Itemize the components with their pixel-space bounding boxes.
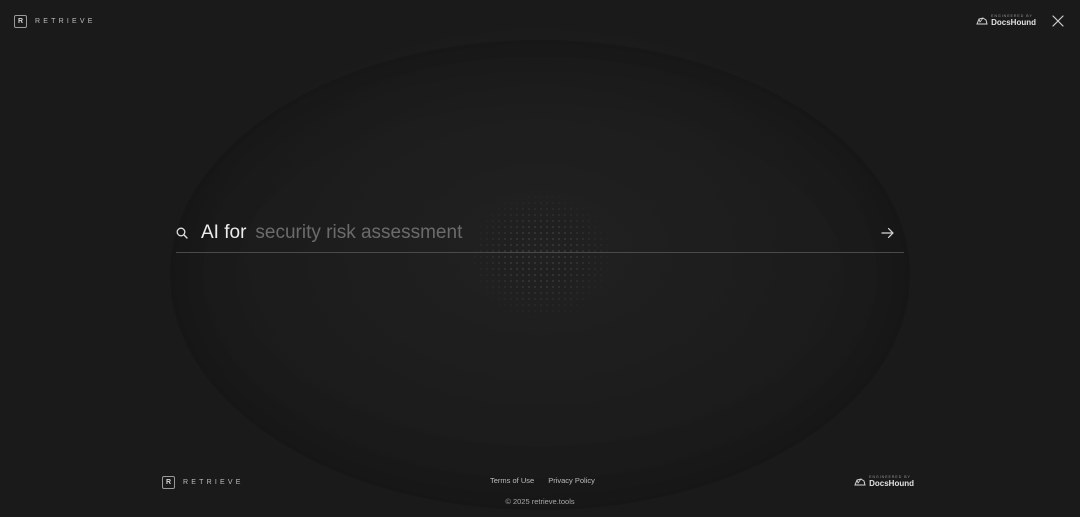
close-icon <box>1052 15 1064 27</box>
docshound-badge-link[interactable]: ENGINEERED BY DocsHound <box>976 15 1036 27</box>
docshound-logo-icon <box>976 17 988 25</box>
arrow-right-icon <box>881 227 894 239</box>
header-actions: ENGINEERED BY DocsHound <box>976 13 1066 29</box>
header-brand-link[interactable]: R RETRIEVE <box>14 14 96 28</box>
footer-links: Terms of Use Privacy Policy <box>490 476 595 485</box>
retrieve-logo-icon: R <box>14 14 27 28</box>
privacy-policy-link[interactable]: Privacy Policy <box>548 476 595 485</box>
search-icon <box>176 226 190 240</box>
search-prefix: AI for <box>201 222 247 243</box>
docshound-text: ENGINEERED BY DocsHound <box>991 15 1036 27</box>
search-submit-button[interactable] <box>880 225 896 241</box>
docshound-logo-icon <box>854 478 866 486</box>
search-bar: AI for <box>176 214 904 253</box>
footer-brand-link[interactable]: R RETRIEVE <box>162 475 244 489</box>
footer-brand-name: RETRIEVE <box>183 478 244 486</box>
docshound-text: ENGINEERED BY DocsHound <box>869 476 914 488</box>
docshound-name: DocsHound <box>991 17 1036 27</box>
top-bar: R RETRIEVE ENGINEERED BY DocsHound <box>0 0 1080 42</box>
dot-pattern-decoration <box>466 188 616 323</box>
background-vignette <box>170 40 910 510</box>
search-input[interactable] <box>255 222 880 244</box>
footer-docshound-badge-link[interactable]: ENGINEERED BY DocsHound <box>854 476 914 488</box>
terms-of-use-link[interactable]: Terms of Use <box>490 476 534 485</box>
close-button[interactable] <box>1050 13 1066 29</box>
logo-glyph: R <box>17 17 24 25</box>
footer: R RETRIEVE Terms of Use Privacy Policy E… <box>162 472 914 492</box>
retrieve-logo-icon: R <box>162 475 175 489</box>
docshound-name: DocsHound <box>869 478 914 488</box>
header-brand-name: RETRIEVE <box>35 17 96 25</box>
logo-glyph: R <box>165 478 172 486</box>
copyright-text: © 2025 retrieve.tools <box>505 497 575 506</box>
page: R RETRIEVE ENGINEERED BY DocsHound AI fo… <box>0 0 1080 517</box>
